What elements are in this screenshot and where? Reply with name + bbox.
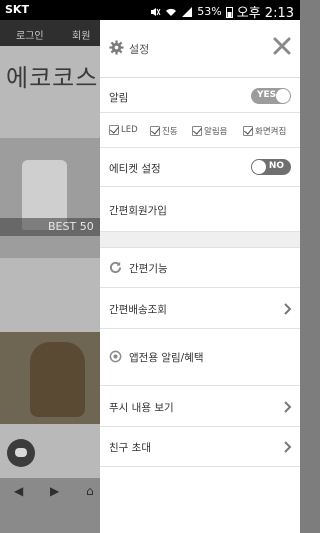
simple-function-label: 간편기능 [129, 263, 168, 275]
checkbox-icon [192, 126, 202, 136]
checkbox-led[interactable]: LED [109, 125, 138, 135]
checkbox-sound[interactable]: 알림음 [192, 125, 227, 137]
toggle-knob [276, 89, 290, 103]
checkbox-icon [243, 126, 253, 136]
checkbox-icon [150, 126, 160, 136]
push-view-row[interactable]: 푸시 내용 보기 [100, 386, 300, 427]
product-image-2[interactable] [0, 332, 100, 424]
member-link[interactable]: 회원 [72, 27, 90, 42]
app-notice-label: 앱전용 알림/혜택 [129, 352, 204, 364]
status-bar: SKT 53% 오후 2:13 [0, 0, 300, 21]
forward-icon[interactable]: ▶ [50, 484, 59, 498]
home-icon[interactable]: ⌂ [86, 484, 94, 498]
toggle-yes-text: YES [257, 90, 277, 100]
etiquette-toggle[interactable]: NO [251, 159, 291, 175]
toggle-no-text: NO [268, 161, 284, 171]
chevron-right-icon [284, 401, 292, 413]
drawer-title: 설정 [129, 43, 150, 56]
notification-options: LED 진동 알림음 화면켜짐 [100, 113, 300, 148]
checkbox-sound-label: 알림음 [204, 127, 228, 137]
etiquette-label: 에티켓 설정 [109, 163, 161, 175]
checkbox-screen-on[interactable]: 화면켜짐 [243, 125, 286, 137]
simple-join-label: 간편회원가입 [109, 205, 167, 217]
settings-drawer: 설정 알림 YES LED 진동 알림음 화면켜짐 에티켓 설정 NO 간편회원… [100, 20, 300, 533]
toggle-knob [252, 160, 266, 174]
best-50-banner[interactable]: BEST 50 [0, 218, 100, 236]
refresh-icon [109, 261, 122, 274]
drawer-header: 설정 [100, 20, 300, 78]
wifi-icon [166, 8, 177, 16]
delivery-lookup-row[interactable]: 간편배송조회 [100, 288, 300, 329]
notification-toggle[interactable]: YES [251, 88, 291, 104]
product-image[interactable] [0, 138, 100, 258]
checkbox-vibration[interactable]: 진동 [150, 125, 178, 137]
target-icon [109, 350, 122, 363]
mute-icon [151, 7, 161, 16]
status-icons: 53% 오후 2:13 [149, 2, 294, 21]
battery-percent: 53% [197, 5, 222, 18]
checkbox-led-label: LED [121, 125, 138, 135]
delivery-lookup-label: 간편배송조회 [109, 304, 167, 316]
invite-friends-row[interactable]: 친구 초대 [100, 427, 300, 467]
close-icon[interactable] [273, 37, 291, 55]
battery-icon [225, 6, 233, 18]
invite-friends-label: 친구 초대 [109, 442, 151, 454]
gear-icon [109, 40, 124, 55]
chat-icon[interactable] [7, 439, 35, 467]
chevron-right-icon [284, 303, 292, 315]
checkbox-vibration-label: 진동 [162, 127, 178, 137]
notification-row: 알림 YES [100, 78, 300, 113]
simple-join-row[interactable]: 간편회원가입 [100, 187, 300, 232]
checkbox-screen-on-label: 화면켜짐 [255, 127, 287, 137]
notification-label: 알림 [109, 92, 129, 104]
push-view-label: 푸시 내용 보기 [109, 402, 174, 414]
bag-image [30, 342, 85, 417]
back-icon[interactable]: ◀ [14, 484, 23, 498]
chevron-right-icon [284, 441, 292, 453]
clock: 오후 2:13 [236, 6, 294, 21]
simple-function-row[interactable]: 간편기능 [100, 248, 300, 288]
section-divider [100, 232, 300, 248]
checkbox-icon [109, 125, 119, 135]
app-notice-row[interactable]: 앱전용 알림/혜택 [100, 329, 300, 386]
carrier-label: SKT [5, 3, 29, 16]
etiquette-row: 에티켓 설정 NO [100, 148, 300, 187]
signal-icon [182, 6, 193, 17]
login-link[interactable]: 로그인 [16, 27, 44, 42]
